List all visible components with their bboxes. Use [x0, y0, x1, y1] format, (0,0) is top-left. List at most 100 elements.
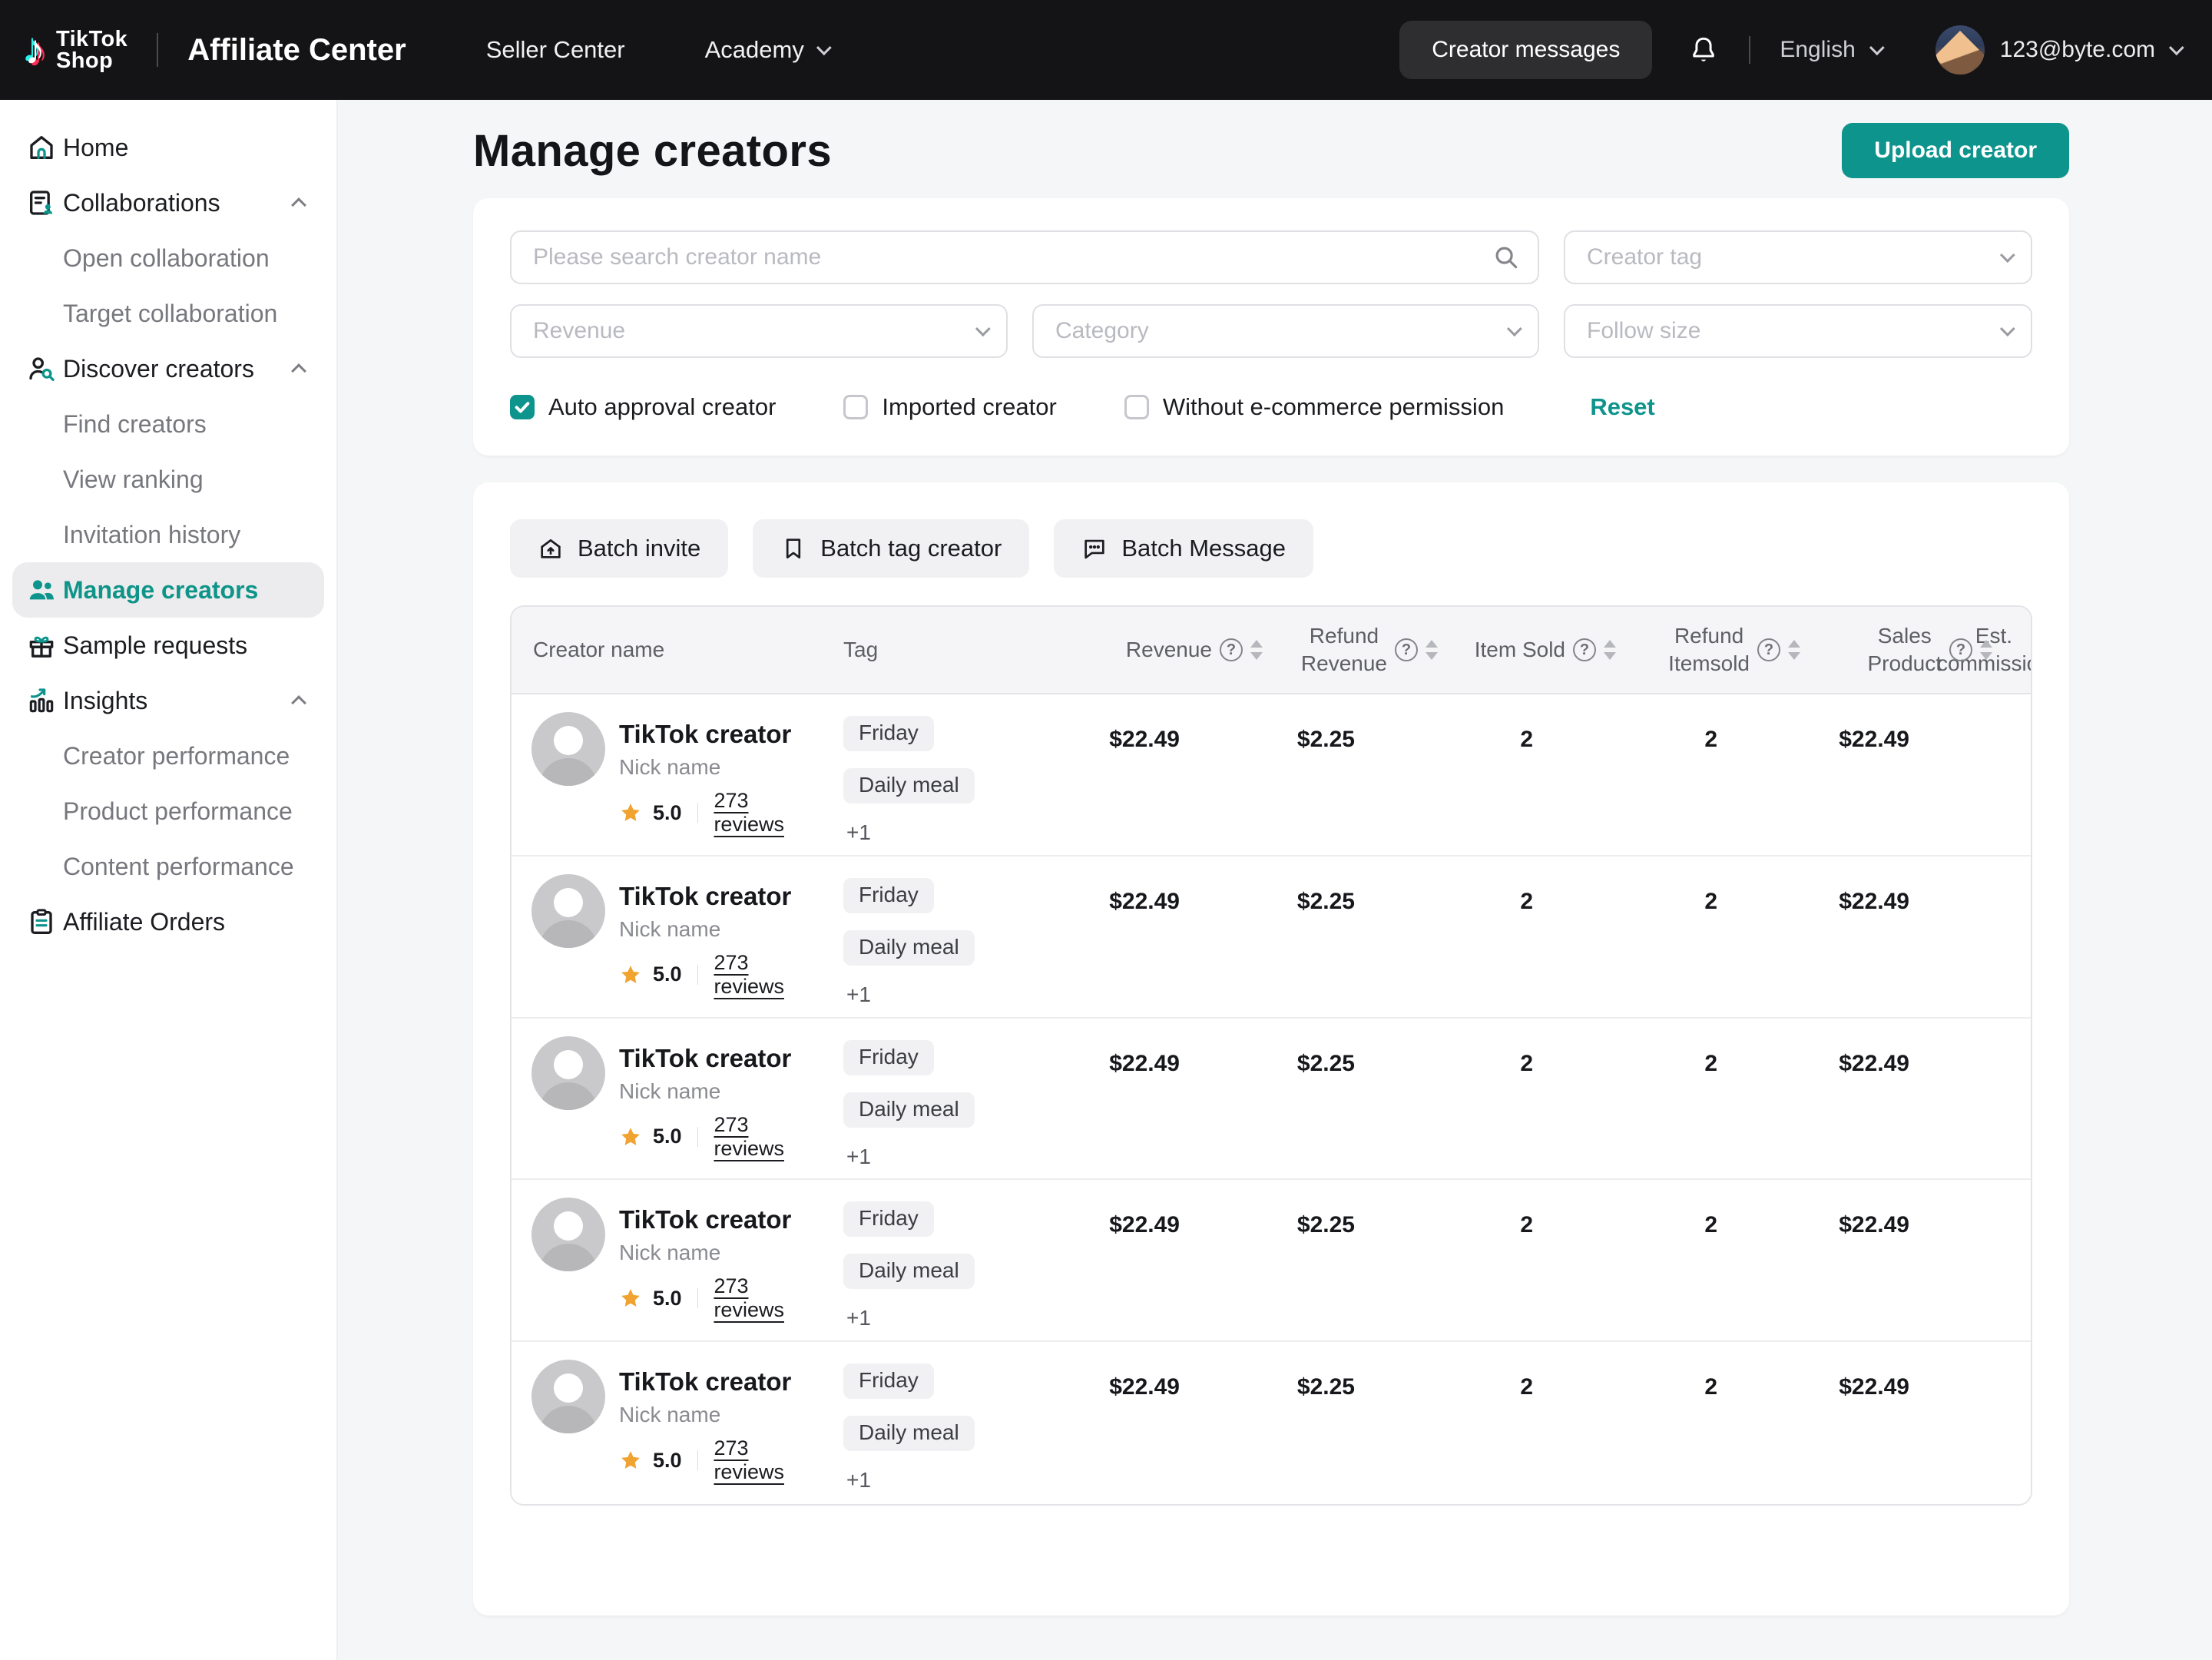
checkbox-box[interactable]: [843, 395, 868, 419]
sort-arrows-icon[interactable]: [1426, 640, 1438, 660]
creator-nickname: Nick name: [619, 917, 819, 942]
sidebar-item-insights[interactable]: Insights: [0, 673, 336, 728]
column-header-revenue[interactable]: Revenue?: [1026, 636, 1195, 664]
more-tags[interactable]: +1: [843, 982, 1026, 1007]
sort-arrows-icon[interactable]: [1604, 640, 1616, 660]
tag-chip: Daily meal: [843, 1254, 975, 1289]
sidebar-item-affiliate-orders[interactable]: Affiliate Orders: [0, 894, 336, 949]
filter-checkbox-row: Auto approval creator Imported creator Wit…: [510, 393, 2032, 421]
reviews-link[interactable]: 273 reviews: [714, 1113, 819, 1161]
home-icon: [26, 132, 57, 163]
page-header: Manage creators Upload creator: [473, 120, 2069, 181]
star-icon: [619, 963, 642, 986]
nav-academy[interactable]: Academy: [705, 36, 827, 64]
sidebar-item-find-creators[interactable]: Find creators: [0, 396, 336, 452]
creator-avatar: [531, 712, 605, 786]
help-icon[interactable]: ?: [1220, 638, 1243, 661]
sidebar-item-product-performance[interactable]: Product performance: [0, 784, 336, 839]
help-icon[interactable]: ?: [1395, 638, 1418, 661]
chevron-down-icon: [2000, 321, 2015, 336]
search-icon[interactable]: [1492, 243, 1521, 272]
batch-tag-creator-button[interactable]: Batch tag creator: [753, 519, 1029, 578]
checkbox-label: Without e-commerce permission: [1163, 393, 1504, 421]
chevron-up-icon[interactable]: [291, 363, 306, 379]
sort-arrows-icon[interactable]: [1980, 640, 1992, 660]
creator-name[interactable]: TikTok creator: [619, 1044, 819, 1073]
creator-messages-button[interactable]: Creator messages: [1399, 21, 1652, 79]
reviews-link[interactable]: 273 reviews: [714, 1436, 819, 1484]
account-menu[interactable]: 123@byte.com: [2000, 37, 2180, 63]
nav-seller-center[interactable]: Seller Center: [486, 36, 625, 64]
checkbox-auto-approval-creator[interactable]: Auto approval creator: [510, 393, 776, 421]
notification-bell-icon[interactable]: [1687, 34, 1720, 66]
sidebar-item-collaborations[interactable]: Collaborations: [0, 175, 336, 230]
follow-size-select[interactable]: Follow size: [1564, 304, 2032, 358]
revenue-select[interactable]: Revenue: [510, 304, 1008, 358]
creator-name[interactable]: TikTok creator: [619, 720, 819, 749]
more-tags[interactable]: +1: [843, 820, 1026, 845]
creator-tag-select[interactable]: Creator tag: [1564, 230, 2032, 284]
column-label: Item Sold: [1475, 636, 1565, 664]
tiktok-shop-logo[interactable]: ♪ TikTok Shop: [25, 28, 127, 71]
help-icon[interactable]: ?: [1573, 638, 1596, 661]
sidebar-item-view-ranking[interactable]: View ranking: [0, 452, 336, 507]
creator-cell: TikTok creator Nick name 5.0 273 reviews: [512, 1180, 819, 1340]
batch-invite-button[interactable]: Batch invite: [510, 519, 728, 578]
cell-est_commission: [1925, 857, 2032, 1017]
sidebar-item-creator-performance[interactable]: Creator performance: [0, 728, 336, 784]
sort-arrows-icon[interactable]: [1788, 640, 1800, 660]
checkbox-without-e-commerce-permission[interactable]: Without e-commerce permission: [1124, 393, 1504, 421]
cell-item_sold: 2: [1370, 1342, 1548, 1504]
cell-est_commission: [1925, 694, 2032, 855]
creator-avatar: [531, 1360, 605, 1433]
account-avatar[interactable]: [1936, 25, 1985, 75]
table-header-row: Creator nameTagRevenue?RefundRevenue?Ite…: [512, 607, 2032, 694]
reviews-link[interactable]: 273 reviews: [714, 951, 819, 999]
sidebar-item-target-collaboration[interactable]: Target collaboration: [0, 286, 336, 341]
checkbox-imported-creator[interactable]: Imported creator: [843, 393, 1056, 421]
cell-revenue: $22.49: [1026, 857, 1195, 1017]
sidebar-item-invitation-history[interactable]: Invitation history: [0, 507, 336, 562]
help-icon[interactable]: ?: [1757, 638, 1780, 661]
chevron-down-icon: [1507, 321, 1522, 336]
topbar-right: Creator messages English 123@byte.com: [1399, 21, 2180, 79]
more-tags[interactable]: +1: [843, 1306, 1026, 1330]
cell-refund_itemsold: 2: [1548, 1180, 1733, 1340]
sort-arrows-icon[interactable]: [1250, 640, 1263, 660]
sidebar-item-discover-creators[interactable]: Discover creators: [0, 341, 336, 396]
more-tags[interactable]: +1: [843, 1145, 1026, 1169]
sidebar-item-label: Collaborations: [63, 189, 220, 217]
creator-search-input[interactable]: [510, 230, 1539, 284]
checkbox-box[interactable]: [510, 395, 535, 419]
main-content: Manage creators Upload creator: [338, 100, 2212, 1660]
checkbox-box[interactable]: [1124, 395, 1149, 419]
sidebar-item-home[interactable]: Home: [0, 120, 336, 175]
help-icon[interactable]: ?: [1949, 638, 1972, 661]
star-icon: [619, 1125, 642, 1148]
cell-refund_revenue: $2.25: [1195, 694, 1370, 855]
creator-name[interactable]: TikTok creator: [619, 882, 819, 911]
reset-filters-link[interactable]: Reset: [1590, 393, 1654, 421]
sidebar-item-sample-requests[interactable]: Sample requests: [0, 618, 336, 673]
upload-creator-button[interactable]: Upload creator: [1842, 123, 2069, 178]
gift-icon: [26, 630, 57, 661]
chevron-up-icon[interactable]: [291, 197, 306, 213]
star-icon: [619, 801, 642, 824]
reviews-link[interactable]: 273 reviews: [714, 789, 819, 837]
tag-chip: Friday: [843, 878, 934, 913]
batch-message-button[interactable]: Batch Message: [1054, 519, 1313, 578]
sidebar-item-open-collaboration[interactable]: Open collaboration: [0, 230, 336, 286]
cell-revenue: $22.49: [1026, 694, 1195, 855]
sidebar: Home Collaborations Open collaborationTarg…: [0, 100, 338, 1660]
sidebar-item-label: Affiliate Orders: [63, 908, 225, 936]
creator-name[interactable]: TikTok creator: [619, 1367, 819, 1397]
more-tags[interactable]: +1: [843, 1468, 1026, 1493]
chevron-up-icon[interactable]: [291, 695, 306, 711]
sidebar-item-manage-creators[interactable]: Manage creators: [12, 562, 324, 618]
cell-item_sold: 2: [1370, 1180, 1548, 1340]
category-select[interactable]: Category: [1032, 304, 1539, 358]
language-selector[interactable]: English: [1780, 37, 1879, 63]
sidebar-item-content-performance[interactable]: Content performance: [0, 839, 336, 894]
reviews-link[interactable]: 273 reviews: [714, 1274, 819, 1322]
creator-name[interactable]: TikTok creator: [619, 1205, 819, 1234]
